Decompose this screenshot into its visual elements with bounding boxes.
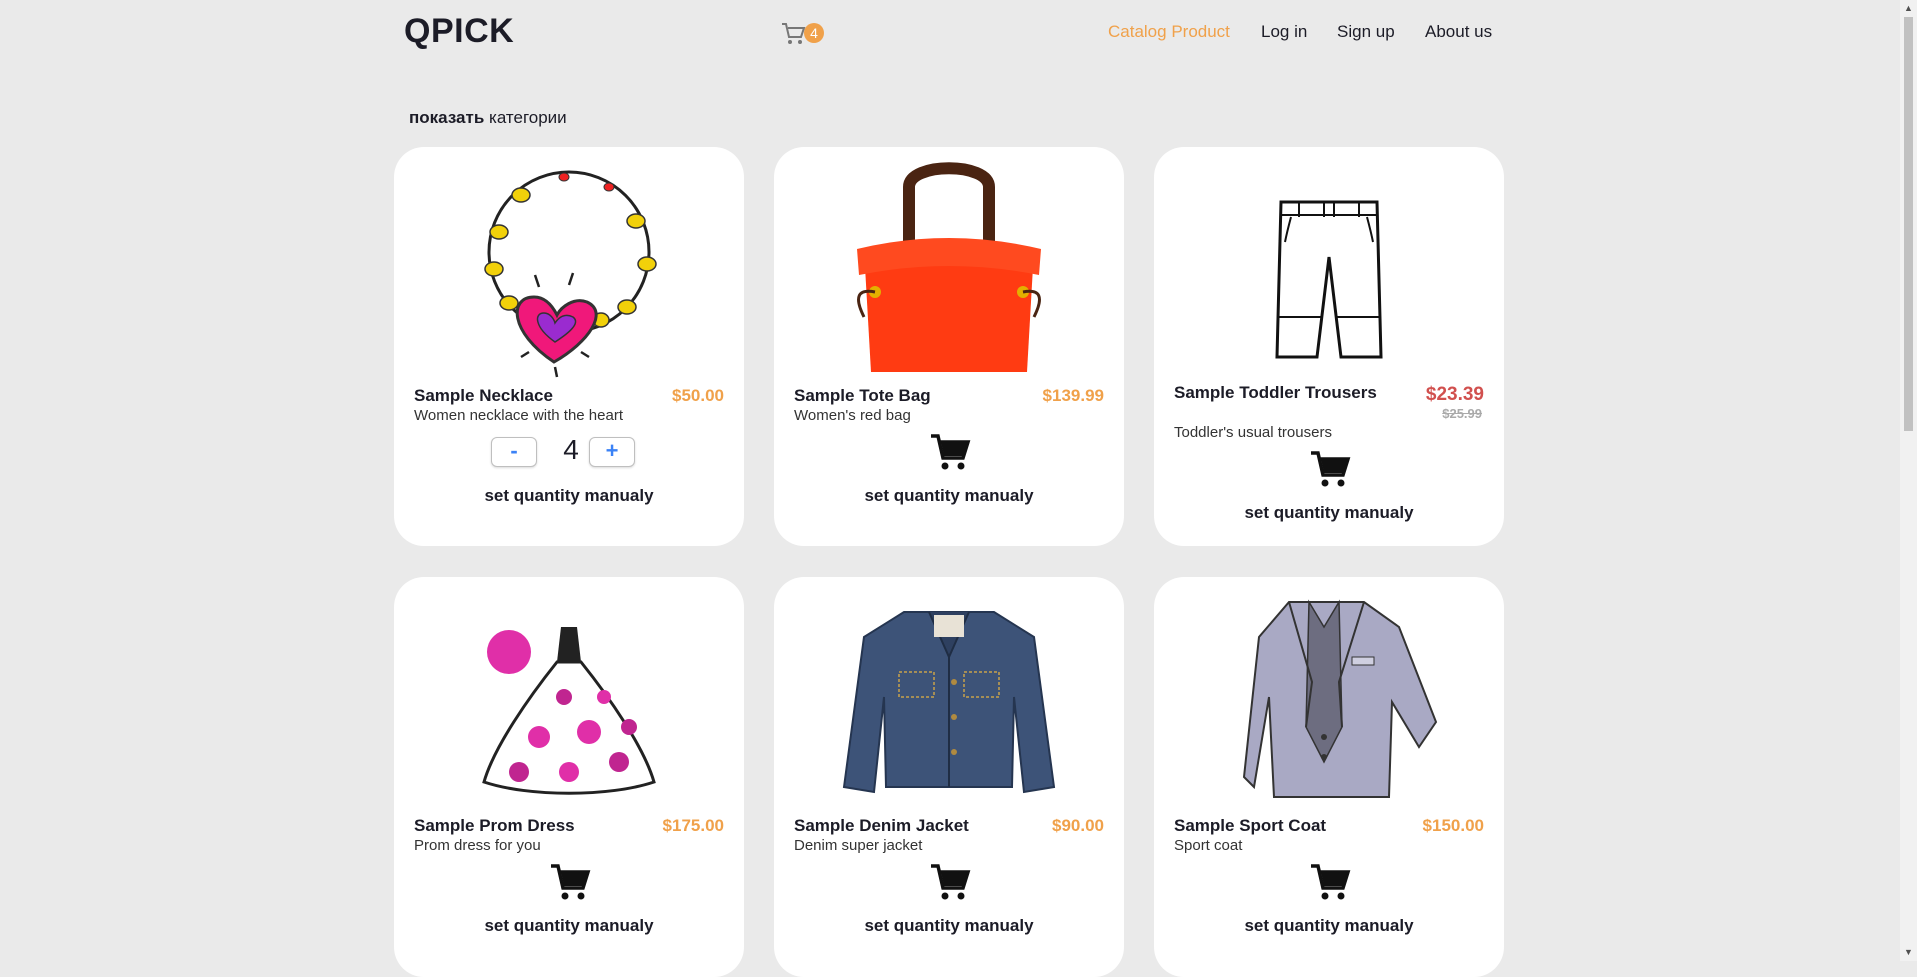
- product-name[interactable]: Sample Tote Bag: [794, 386, 931, 406]
- set-quantity-manually-link[interactable]: set quantity manualy: [1154, 503, 1504, 523]
- product-image-necklace: [394, 157, 744, 379]
- main-nav: Catalog Product Log in Sign up About us: [0, 22, 1900, 52]
- add-to-cart-icon: [551, 864, 591, 900]
- product-card-sport-coat: Sample Sport Coat $150.00 Sport coat set…: [1154, 577, 1504, 977]
- product-name[interactable]: Sample Necklace: [414, 386, 553, 406]
- product-card-necklace: Sample Necklace $50.00 Women necklace wi…: [394, 147, 744, 546]
- set-quantity-manually-link[interactable]: set quantity manualy: [394, 916, 744, 936]
- nav-catalog-product[interactable]: Catalog Product: [1108, 22, 1230, 42]
- product-price: $175.00: [662, 816, 724, 835]
- add-to-cart-icon: [1311, 864, 1351, 900]
- show-categories-rest: категории: [484, 108, 567, 127]
- product-image-tote-bag: [774, 157, 1124, 379]
- show-categories-bold: показать: [409, 108, 485, 127]
- add-to-cart-icon: [931, 434, 971, 470]
- scroll-down-arrow-icon[interactable]: ▼: [1900, 944, 1917, 961]
- product-description: Denim super jacket: [794, 837, 923, 854]
- increase-quantity-button[interactable]: +: [589, 437, 635, 467]
- product-image-toddler-trousers: [1154, 157, 1504, 379]
- set-quantity-manually-link[interactable]: set quantity manualy: [1154, 916, 1504, 936]
- product-card-tote-bag: Sample Tote Bag $139.99 Women's red bag …: [774, 147, 1124, 546]
- add-to-cart-button[interactable]: [929, 432, 971, 472]
- product-image-sport-coat: [1154, 587, 1504, 809]
- nav-log-in[interactable]: Log in: [1261, 22, 1307, 42]
- product-description: Toddler's usual trousers: [1174, 424, 1332, 441]
- set-quantity-manually-link[interactable]: set quantity manualy: [774, 916, 1124, 936]
- product-name[interactable]: Sample Prom Dress: [414, 816, 575, 836]
- add-to-cart-icon: [1311, 451, 1351, 487]
- tote-bag-icon: [857, 162, 1041, 372]
- scrollbar-thumb[interactable]: [1904, 17, 1913, 431]
- product-price: $150.00: [1422, 816, 1484, 835]
- product-name[interactable]: Sample Denim Jacket: [794, 816, 969, 836]
- set-quantity-manually-link[interactable]: set quantity manualy: [774, 486, 1124, 506]
- necklace-icon: [484, 170, 657, 378]
- product-image-prom-dress: [394, 587, 744, 809]
- sport-coat-icon: [1242, 599, 1438, 798]
- nav-sign-up[interactable]: Sign up: [1337, 22, 1395, 42]
- product-card-denim-jacket: Sample Denim Jacket $90.00 Denim super j…: [774, 577, 1124, 977]
- add-to-cart-button[interactable]: [1309, 862, 1351, 902]
- quantity-stepper: - 4 +: [491, 434, 651, 471]
- header: QPICK 4 Catalog Product Log in Sign up A…: [0, 0, 1900, 70]
- trousers-icon: [1275, 200, 1383, 359]
- product-description: Women necklace with the heart: [414, 407, 623, 424]
- add-to-cart-button[interactable]: [929, 862, 971, 902]
- product-name[interactable]: Sample Sport Coat: [1174, 816, 1326, 836]
- product-price: $50.00: [672, 386, 724, 405]
- prom-dress-icon: [482, 627, 656, 795]
- product-price: $90.00: [1052, 816, 1104, 835]
- scroll-up-arrow-icon[interactable]: ▲: [1900, 0, 1917, 17]
- nav-about-us[interactable]: About us: [1425, 22, 1492, 42]
- product-old-price: $25.99: [1442, 406, 1482, 421]
- product-name[interactable]: Sample Toddler Trousers: [1174, 383, 1377, 403]
- product-sale-price: $23.39: [1425, 384, 1484, 405]
- add-to-cart-button[interactable]: [549, 862, 591, 902]
- product-card-prom-dress: Sample Prom Dress $175.00 Prom dress for…: [394, 577, 744, 977]
- quantity-value: 4: [563, 434, 579, 465]
- product-description: Prom dress for you: [414, 837, 541, 854]
- decrease-quantity-button[interactable]: -: [491, 437, 537, 467]
- add-to-cart-icon: [931, 864, 971, 900]
- show-categories-toggle[interactable]: показать категории: [409, 108, 567, 128]
- denim-jacket-icon: [842, 611, 1056, 794]
- product-price: $139.99: [1042, 386, 1104, 405]
- product-description: Sport coat: [1174, 837, 1243, 854]
- product-image-denim-jacket: [774, 587, 1124, 809]
- vertical-scrollbar[interactable]: ▲ ▼: [1900, 0, 1917, 961]
- set-quantity-manually-link[interactable]: set quantity manualy: [394, 486, 744, 506]
- product-card-toddler-trousers: Sample Toddler Trousers $23.39 $25.99 To…: [1154, 147, 1504, 546]
- add-to-cart-button[interactable]: [1309, 449, 1351, 489]
- product-description: Women's red bag: [794, 407, 911, 424]
